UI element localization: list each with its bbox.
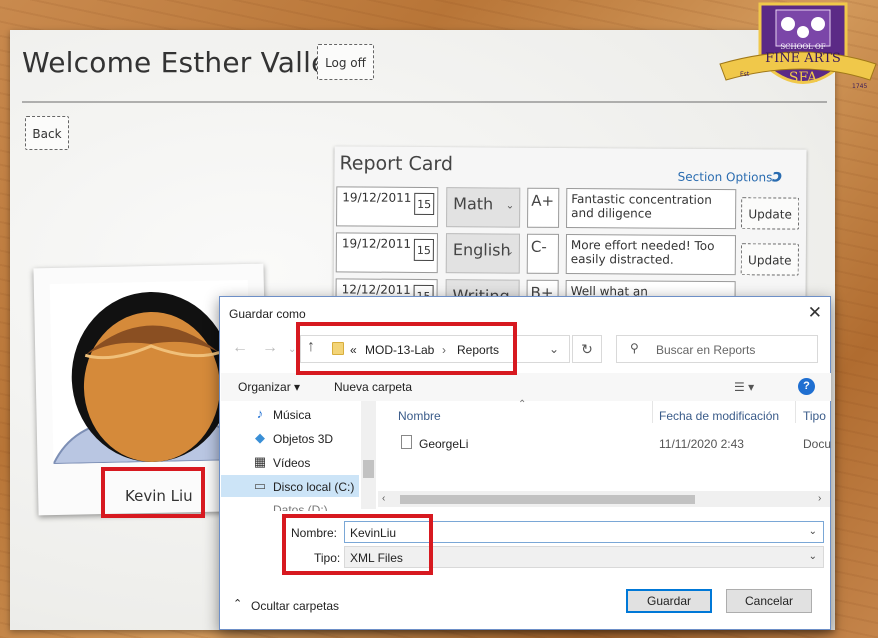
chevron-down-icon: ⌄	[505, 200, 515, 212]
report-card-title: Report Card	[339, 152, 454, 176]
forward-arrow-icon[interactable]: →	[262, 339, 278, 357]
svg-text:SCHOOL OF: SCHOOL OF	[780, 43, 825, 51]
svg-text:Est: Est	[740, 71, 750, 78]
drive-icon: ▭	[253, 478, 267, 493]
sort-arrow-icon: ⌃	[518, 399, 527, 410]
view-options-icon[interactable]: ☰ ▾	[734, 380, 754, 394]
cube-icon: ◆	[255, 430, 265, 445]
file-name[interactable]: GeorgeLi	[419, 437, 468, 451]
svg-text:SFA: SFA	[789, 70, 818, 86]
back-button[interactable]: Back	[25, 116, 69, 150]
nav-item-videos[interactable]: Vídeos	[273, 456, 310, 470]
report-card-panel: Report Card Section Options ↄ 19/12/2011…	[333, 146, 807, 322]
highlight-student-name	[101, 467, 205, 518]
update-button[interactable]: Update	[741, 197, 800, 230]
logoff-button[interactable]: Log off	[317, 44, 374, 80]
header-divider	[22, 101, 827, 103]
nav-item-musica[interactable]: Música	[273, 408, 311, 422]
file-type: Docu	[803, 437, 832, 451]
hscrollbar-thumb[interactable]	[400, 495, 695, 504]
calendar-icon[interactable]: 15	[414, 192, 435, 216]
film-icon: ▦	[253, 454, 267, 469]
scroll-right-icon[interactable]: ›	[818, 493, 821, 504]
file-modified: 11/11/2020 2:43	[659, 437, 744, 451]
new-folder-button[interactable]: Nueva carpeta	[334, 380, 412, 394]
music-icon: ♪	[256, 406, 264, 421]
column-separator	[652, 401, 653, 423]
organize-menu[interactable]: Organizar ▾	[238, 380, 300, 394]
chevron-down-icon[interactable]: ⌄	[809, 526, 817, 537]
grade-field[interactable]: C-	[526, 233, 559, 274]
nav-item-objetos3d[interactable]: Objetos 3D	[273, 432, 333, 446]
save-button[interactable]: Guardar	[626, 589, 712, 613]
scroll-left-icon[interactable]: ‹	[382, 493, 385, 504]
subject-select[interactable]: Math ⌄	[446, 187, 521, 228]
nav-scrollbar[interactable]	[361, 401, 376, 509]
nav-item-datos-d[interactable]: Datos (D:)	[273, 503, 328, 511]
chevron-up-icon[interactable]: ⌃	[233, 597, 242, 610]
refresh-icon[interactable]: ↻	[572, 335, 602, 363]
chevron-down-icon: ⌄	[505, 246, 514, 258]
column-header-modified[interactable]: Fecha de modificación	[659, 409, 779, 423]
subject-select[interactable]: English ⌄	[445, 233, 520, 274]
file-icon	[401, 435, 412, 449]
column-separator	[795, 401, 796, 423]
welcome-heading: Welcome Esther Valle!	[22, 46, 340, 79]
report-row: 19/12/2011 15 English ⌄ C- More effort ne…	[335, 232, 802, 277]
dialog-title: Guardar como	[229, 307, 306, 321]
help-icon[interactable]: ?	[798, 378, 815, 395]
school-logo: FINE ARTS SCHOOL OF SFA Est 1745	[718, 0, 878, 105]
section-options-icon[interactable]: ↄ	[772, 166, 782, 186]
nav-scrollbar-thumb[interactable]	[363, 460, 374, 478]
nav-item-disco-c[interactable]: Disco local (C:)	[273, 480, 354, 494]
cancel-button[interactable]: Cancelar	[726, 589, 812, 613]
chevron-down-icon[interactable]: ⌄	[809, 551, 817, 562]
comment-field[interactable]: More effort needed! Too easily distracte…	[565, 233, 736, 276]
search-icon: ⚲	[630, 341, 639, 355]
hide-folders-toggle[interactable]: Ocultar carpetas	[251, 599, 339, 613]
search-placeholder: Buscar en Reports	[656, 343, 756, 357]
grade-field[interactable]: A+	[527, 187, 560, 228]
calendar-icon[interactable]: 15	[413, 238, 434, 262]
close-icon[interactable]: ✕	[808, 303, 822, 323]
report-row: 19/12/2011 15 Math ⌄ A+ Fantastic concent…	[336, 186, 802, 231]
address-dropdown-icon[interactable]: ⌄	[549, 342, 559, 356]
column-header-name[interactable]: Nombre	[398, 409, 441, 423]
comment-field[interactable]: Fantastic concentration and diligence	[566, 187, 737, 230]
school-crest-icon: FINE ARTS SCHOOL OF SFA Est 1745	[719, 2, 877, 90]
back-arrow-icon[interactable]: ←	[232, 339, 248, 357]
highlight-folder-path	[296, 322, 517, 375]
highlight-filename-type	[282, 514, 433, 575]
column-header-type[interactable]: Tipo	[803, 409, 826, 423]
section-options-link[interactable]: Section Options	[678, 170, 773, 185]
svg-text:FINE ARTS: FINE ARTS	[765, 51, 841, 66]
svg-text:1745: 1745	[852, 83, 867, 90]
update-button[interactable]: Update	[740, 243, 799, 276]
